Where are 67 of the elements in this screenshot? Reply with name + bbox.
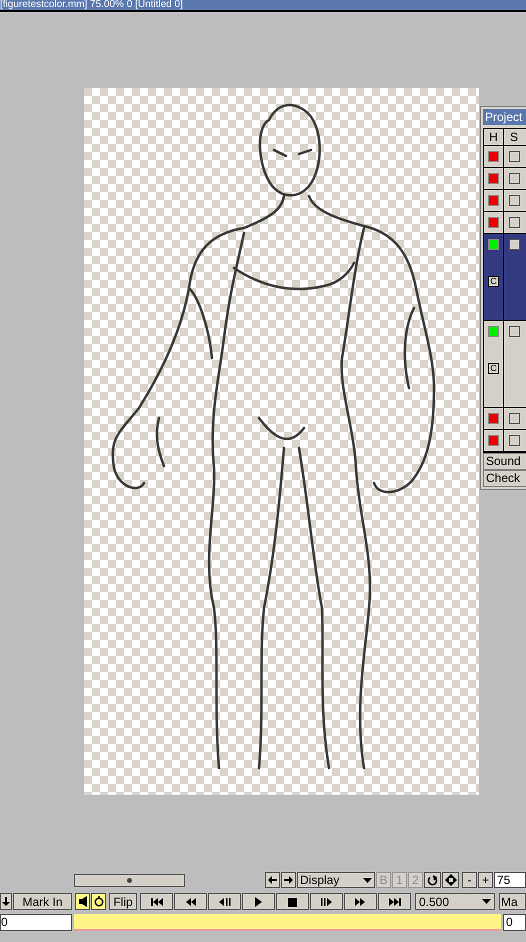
rewind-button[interactable] (174, 893, 207, 910)
layer-checkbox[interactable] (508, 326, 520, 337)
mark-in-button[interactable]: Mark In (13, 893, 72, 910)
dropdown-caret-icon (363, 878, 372, 882)
right-arrow-button[interactable] (281, 872, 296, 888)
rewind-icon (184, 896, 196, 906)
zoom-out-button[interactable]: - (462, 872, 477, 888)
layer-checkbox[interactable] (508, 217, 520, 228)
column-header: H (484, 129, 504, 145)
sound-toggle[interactable] (75, 893, 90, 910)
zoom-in-button[interactable]: + (478, 872, 493, 888)
window-title: [figuretestcolor.mm] 75.00% 0 [Untitled 0] (0, 0, 183, 10)
panel-title: Project (483, 109, 526, 125)
dropdown-caret-icon (482, 899, 491, 904)
down-arrow-button[interactable] (0, 893, 12, 910)
step-forward-button[interactable] (310, 893, 343, 910)
loop-icon (94, 896, 104, 907)
speaker-icon (78, 896, 86, 907)
fast-forward-button[interactable] (344, 893, 377, 910)
fast-forward-icon (354, 896, 366, 906)
zoom-field[interactable]: 75 (494, 872, 526, 888)
layer-checkbox[interactable] (508, 413, 520, 424)
layer-row[interactable] (484, 168, 526, 190)
rotate-button[interactable] (424, 872, 441, 888)
layer-row[interactable]: C (484, 321, 526, 408)
step-forward-icon (320, 896, 332, 906)
panel-button[interactable]: Check (483, 470, 526, 487)
skip-end-button[interactable] (378, 893, 411, 910)
layer-row[interactable]: C (484, 234, 526, 321)
left-arrow-button[interactable] (265, 872, 280, 888)
layer-badge: C (488, 276, 499, 287)
layer-row[interactable] (484, 190, 526, 212)
skip-start-button[interactable] (140, 893, 173, 910)
right-arrow-icon (284, 876, 293, 884)
mark-out-button[interactable]: Ma (499, 893, 526, 910)
layer-row[interactable] (484, 146, 526, 168)
step-back-button[interactable] (208, 893, 241, 910)
layer-row[interactable] (484, 408, 526, 430)
layer-checkbox[interactable] (508, 195, 520, 206)
rotate-icon (427, 874, 438, 886)
column-header: S (508, 129, 519, 145)
down-arrow-icon (2, 897, 10, 906)
left-arrow-icon (268, 876, 277, 884)
start-frame-field[interactable]: 0 (0, 914, 72, 930)
layer-checkbox[interactable] (508, 239, 520, 250)
loop-toggle[interactable] (91, 893, 106, 910)
layer-checkbox[interactable] (508, 435, 520, 446)
skip-start-icon (150, 896, 162, 906)
layer-badge: C (488, 363, 499, 374)
layer-row[interactable] (484, 212, 526, 234)
play-icon (252, 896, 264, 906)
layer-checkbox[interactable] (508, 151, 520, 162)
display-dropdown[interactable]: Display (297, 872, 375, 888)
speed-dropdown[interactable]: 0.500 (415, 893, 495, 910)
skip-end-icon (388, 896, 400, 906)
center-button[interactable] (442, 872, 459, 888)
scroll-thumb[interactable] (127, 878, 132, 882)
stop-button[interactable] (276, 893, 309, 910)
stop-icon (286, 896, 298, 906)
scroll-track[interactable] (74, 874, 185, 886)
panel-button[interactable]: Sound (483, 453, 526, 470)
end-frame-field[interactable]: 0 (503, 914, 526, 930)
layer-checkbox[interactable] (508, 173, 520, 184)
play-button[interactable] (242, 893, 275, 910)
flip-button[interactable]: Flip (109, 893, 137, 910)
layer-row[interactable] (484, 430, 526, 452)
step-back-icon (218, 896, 230, 906)
